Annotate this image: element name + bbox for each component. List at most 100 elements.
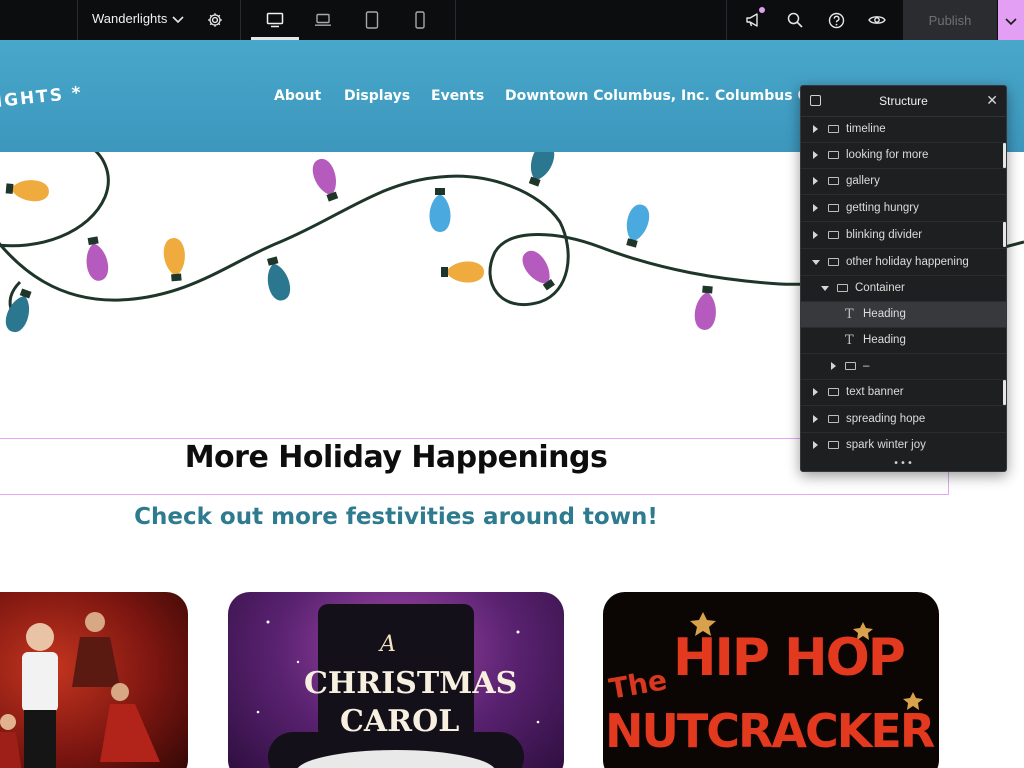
light-bulb (441, 261, 484, 283)
tree-item-other-holiday-happening[interactable]: other holiday happening (801, 250, 1006, 276)
light-bulb (163, 238, 185, 282)
tree-item-label: gallery (846, 175, 880, 187)
nav-item-events[interactable]: Events (431, 88, 484, 104)
container-icon (828, 415, 839, 423)
caret-down-icon[interactable] (821, 286, 829, 291)
poster-title-line: HIP HOP (673, 628, 906, 688)
container-icon (828, 177, 839, 185)
tree-item-timeline[interactable]: timeline (801, 117, 1006, 143)
tree-item-label: blinking divider (846, 229, 923, 241)
container-icon (828, 125, 839, 133)
tree-item-label: Heading (863, 308, 906, 320)
nav-item-columbus[interactable]: Columbus C (715, 88, 808, 104)
tree-item-text-banner[interactable]: text banner (801, 380, 1006, 406)
help-icon[interactable] (826, 10, 846, 30)
nav-item-displays[interactable]: Displays (344, 88, 410, 104)
tree-item-heading-selected[interactable]: T Heading (801, 302, 1006, 328)
poster-title-line: NUTCRACKER (605, 704, 935, 758)
caret-right-icon[interactable] (813, 388, 818, 396)
nav-item-about[interactable]: About (274, 88, 321, 104)
caret-right-icon[interactable] (813, 415, 818, 423)
publish-button[interactable]: Publish (903, 0, 997, 40)
tree-item-spreading-hope[interactable]: spreading hope (801, 407, 1006, 433)
caret-right-icon[interactable] (831, 362, 836, 370)
tree-item-gallery[interactable]: gallery (801, 169, 1006, 195)
section-subtitle[interactable]: Check out more festivities around town! (0, 504, 792, 530)
nav-item-downtown-columbus[interactable]: Downtown Columbus, Inc. (505, 88, 710, 104)
structure-panel-title: Structure (879, 94, 928, 108)
caret-right-icon[interactable] (813, 231, 818, 239)
chevron-down-icon[interactable] (170, 12, 186, 28)
container-icon (828, 388, 839, 396)
tree-item-label: looking for more (846, 149, 929, 161)
container-icon (837, 284, 848, 292)
toolbar-divider (240, 0, 241, 40)
light-bulb (312, 159, 339, 202)
desktop-view-icon[interactable] (266, 11, 284, 29)
caret-right-icon[interactable] (813, 177, 818, 185)
dance-poster-image (0, 612, 160, 768)
section-title[interactable]: More Holiday Happenings (0, 440, 792, 475)
gear-icon[interactable] (206, 11, 224, 29)
laptop-view-icon[interactable] (314, 11, 332, 29)
light-bulb (5, 180, 49, 202)
mobile-view-icon[interactable] (411, 10, 429, 30)
light-bulb (266, 256, 291, 301)
structure-panel-header: Structure ✕ (801, 86, 1006, 117)
toolbar-divider (455, 0, 456, 40)
light-bulb (5, 288, 32, 332)
event-card-christmas-carol[interactable]: A CHRISTMAS CAROL (228, 592, 564, 768)
scroll-marker (1003, 143, 1006, 168)
megaphone-icon[interactable] (744, 10, 764, 30)
text-icon: T (845, 333, 854, 348)
toolbar-divider (726, 0, 727, 40)
tree-item-label: text banner (846, 386, 904, 398)
light-bulb (694, 285, 716, 330)
tree-item-label: timeline (846, 123, 886, 135)
tree-item-heading[interactable]: T Heading (801, 328, 1006, 354)
tree-item-label: Container (855, 282, 905, 294)
editor-toolbar: Wanderlights Publish (0, 0, 1024, 40)
text-icon: T (845, 307, 854, 322)
caret-right-icon[interactable] (813, 125, 818, 133)
tree-item-label: spreading hope (846, 413, 926, 425)
tree-item-container[interactable]: Container (801, 276, 1006, 302)
event-card-hip-hop-nutcracker[interactable]: The HIP HOP NUTCRACKER (603, 592, 939, 768)
event-card-dance[interactable] (0, 592, 188, 768)
container-icon (828, 441, 839, 449)
more-items-indicator[interactable]: ••• (801, 458, 1006, 469)
caret-right-icon[interactable] (813, 204, 818, 212)
tree-item-getting-hungry[interactable]: getting hungry (801, 196, 1006, 222)
tree-item-label: getting hungry (846, 202, 919, 214)
light-bulb (522, 250, 555, 291)
tree-item-label: – (863, 360, 870, 372)
container-icon (828, 231, 839, 239)
poster-title-line: CHRISTMAS (304, 666, 518, 701)
close-icon[interactable]: ✕ (986, 93, 998, 109)
editor-app: Wanderlights Publish IGHTS * About Displ… (0, 0, 1024, 768)
tablet-view-icon[interactable] (363, 10, 381, 30)
caret-down-icon[interactable] (812, 260, 820, 265)
notification-dot (759, 7, 765, 13)
container-icon (828, 258, 839, 266)
caret-right-icon[interactable] (813, 151, 818, 159)
structure-panel: Structure ✕ timeline looking for more ga… (800, 85, 1007, 472)
caret-right-icon[interactable] (813, 441, 818, 449)
site-name[interactable]: Wanderlights (92, 11, 167, 26)
scroll-marker (1003, 222, 1006, 247)
tree-item-label: spark winter joy (846, 439, 926, 451)
container-icon (845, 362, 856, 370)
search-icon[interactable] (785, 10, 805, 30)
tree-item-label: other holiday happening (846, 256, 969, 268)
tree-item-blinking-divider[interactable]: blinking divider (801, 223, 1006, 249)
tree-item-spark-winter-joy[interactable]: spark winter joy (801, 433, 1006, 459)
tree-item-label: Heading (863, 334, 906, 346)
tree-item-looking-for-more[interactable]: looking for more (801, 143, 1006, 169)
container-icon (828, 151, 839, 159)
publish-options-button[interactable] (998, 0, 1024, 40)
preview-eye-icon[interactable] (867, 10, 887, 30)
tree-item-divider[interactable]: – (801, 354, 1006, 380)
toolbar-divider (77, 0, 78, 40)
light-bulb (429, 188, 451, 232)
light-bulb (86, 236, 109, 281)
